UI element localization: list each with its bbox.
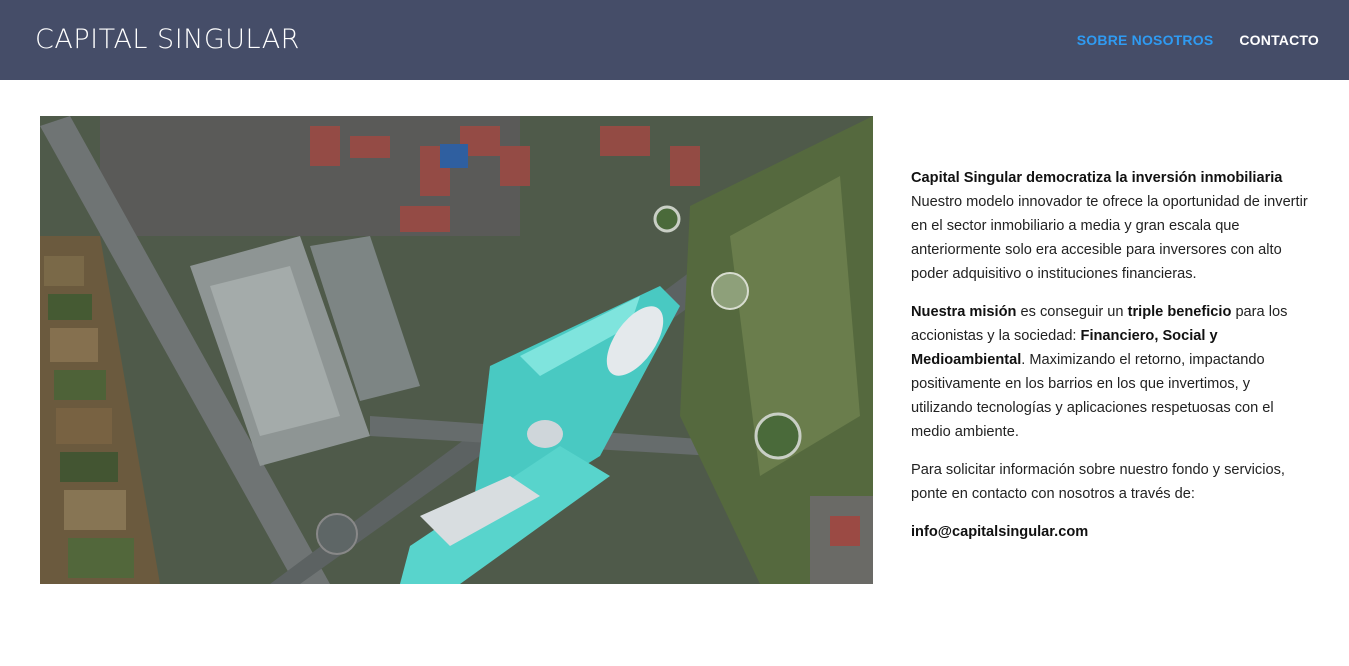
triple-benefit-label: triple beneficio	[1127, 304, 1232, 320]
intro-heading: Capital Singular democratiza la inversió…	[911, 170, 1283, 186]
mission-paragraph: Nuestra misión es conseguir un triple be…	[911, 300, 1311, 444]
intro-text: Nuestro modelo innovador te ofrece la op…	[911, 194, 1308, 282]
nav-link-sobre-nosotros[interactable]: SOBRE NOSOTROS	[1077, 30, 1214, 50]
mission-text-1: es conseguir un	[1016, 304, 1128, 320]
contact-email[interactable]: info@capitalsingular.com	[911, 524, 1088, 540]
aerial-illustration	[40, 116, 873, 584]
hero-aerial-image	[40, 116, 873, 584]
brand-logo[interactable]: CAPITAL SINGULAR	[35, 22, 300, 58]
main-nav: SOBRE NOSOTROS CONTACTO	[1077, 30, 1319, 50]
about-text-section: Capital Singular democratiza la inversió…	[911, 166, 1311, 558]
mission-label: Nuestra misión	[911, 304, 1017, 320]
nav-link-contacto[interactable]: CONTACTO	[1239, 30, 1319, 50]
top-navigation-bar: CAPITAL SINGULAR SOBRE NOSOTROS CONTACTO	[0, 0, 1349, 80]
email-paragraph: info@capitalsingular.com	[911, 520, 1311, 544]
intro-paragraph: Capital Singular democratiza la inversió…	[911, 166, 1311, 286]
contact-paragraph: Para solicitar información sobre nuestro…	[911, 462, 1285, 502]
